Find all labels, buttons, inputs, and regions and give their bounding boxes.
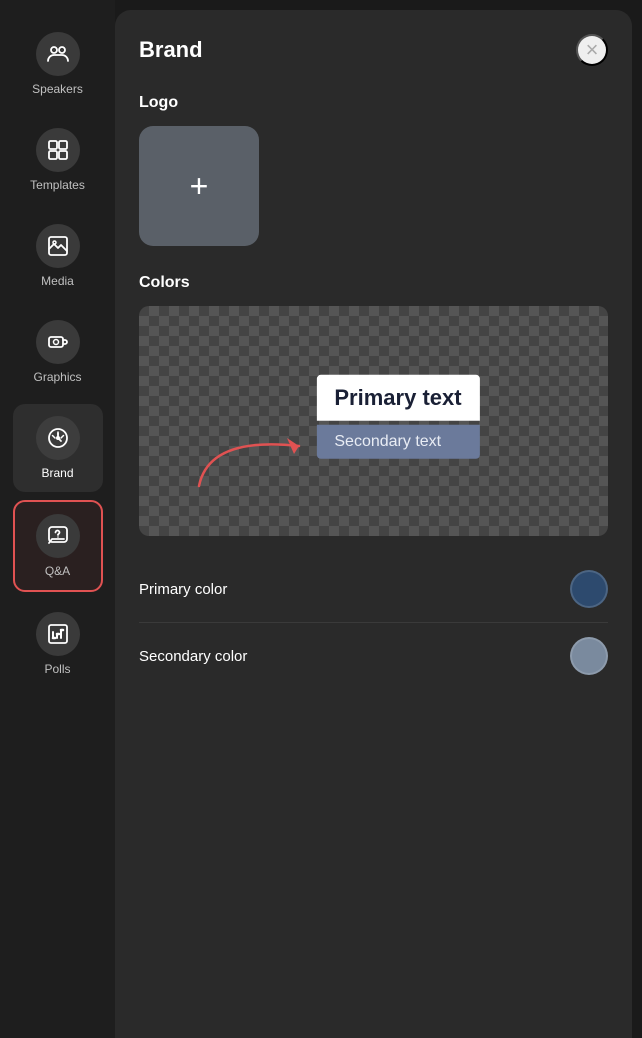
sidebar-item-media[interactable]: Media [13,212,103,300]
primary-color-swatch[interactable] [570,570,608,608]
sidebar-item-graphics[interactable]: Graphics [13,308,103,396]
media-label: Media [41,274,74,288]
brand-icon [46,426,70,450]
templates-icon [46,138,70,162]
primary-color-label: Primary color [139,581,227,598]
sidebar-item-speakers[interactable]: Speakers [13,20,103,108]
speakers-label: Speakers [32,82,83,96]
polls-icon-bg [36,612,80,656]
logo-upload-button[interactable]: + [139,126,259,246]
polls-icon [46,622,70,646]
brand-icon-bg [36,416,80,460]
primary-color-row: Primary color [139,556,608,623]
sidebar-item-qa[interactable]: Q&A [13,500,103,592]
colors-section-title: Colors [139,274,608,292]
media-icon-bg [36,224,80,268]
sidebar-item-polls[interactable]: Polls [13,600,103,688]
secondary-color-row: Secondary color [139,623,608,689]
graphics-icon [46,330,70,354]
graphics-label: Graphics [33,370,81,384]
primary-text-preview: Primary text [316,375,479,421]
qa-label: Q&A [45,564,70,578]
speakers-icon [46,42,70,66]
text-overlay: Primary text Secondary text [316,375,479,459]
panel-header: Brand × [139,34,608,66]
qa-icon [46,524,70,548]
sidebar: Speakers Templates Media [0,0,115,1038]
graphics-icon-bg [36,320,80,364]
secondary-color-label: Secondary color [139,648,247,665]
logo-section-title: Logo [139,94,608,112]
templates-icon-bg [36,128,80,172]
media-icon [46,234,70,258]
brand-panel: Brand × Logo + Colors Primary text Secon… [115,10,632,1038]
sidebar-item-templates[interactable]: Templates [13,116,103,204]
qa-icon-bg [36,514,80,558]
logo-section: Logo + [139,94,608,246]
logo-plus-icon: + [190,170,209,202]
speakers-icon-bg [36,32,80,76]
colors-preview: Primary text Secondary text [139,306,608,536]
secondary-text-preview: Secondary text [316,425,479,459]
polls-label: Polls [44,662,70,676]
brand-label: Brand [41,466,73,480]
panel-title: Brand [139,37,203,63]
secondary-color-swatch[interactable] [570,637,608,675]
colors-section: Colors Primary text Secondary text Prima… [139,274,608,689]
templates-label: Templates [30,178,85,192]
close-button[interactable]: × [576,34,608,66]
sidebar-item-brand[interactable]: Brand [13,404,103,492]
